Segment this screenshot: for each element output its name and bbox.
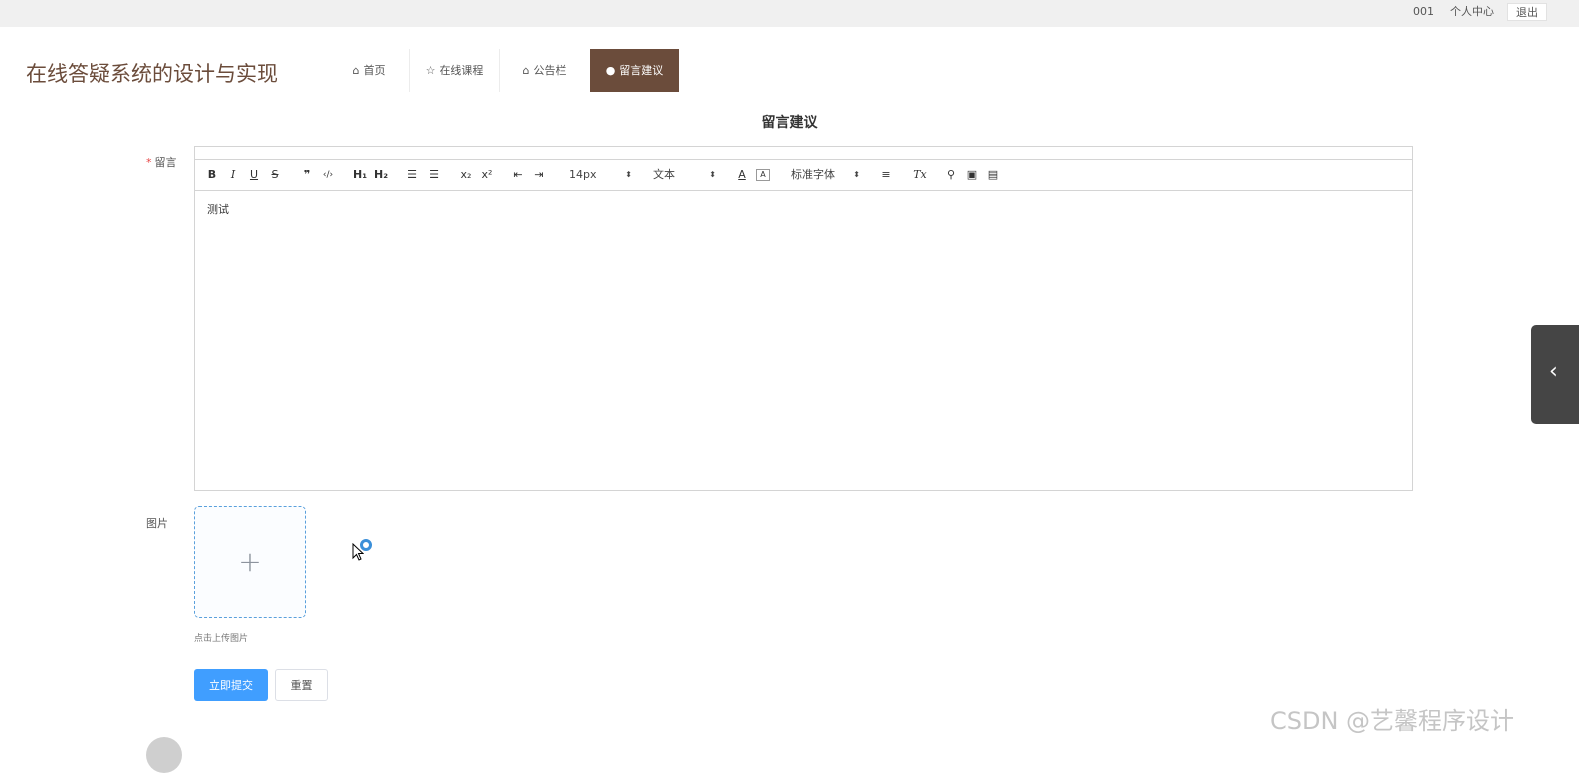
image-label: 图片: [146, 517, 168, 530]
required-mark: *: [146, 156, 152, 169]
link-button[interactable]: ⚲: [944, 166, 958, 184]
header-1-button[interactable]: H₁: [352, 166, 368, 184]
logout-button[interactable]: 退出: [1507, 3, 1547, 21]
nav-item-notice[interactable]: ⌂ 公告栏: [500, 49, 589, 92]
blockquote-button[interactable]: ❞: [300, 166, 314, 184]
message-label: * 留言: [146, 154, 177, 170]
message-label-text: 留言: [154, 156, 177, 169]
watermark: CSDN @艺馨程序设计: [1270, 707, 1515, 735]
bag-icon: ⌂: [522, 64, 530, 77]
select-arrow-icon: ⬍: [625, 170, 632, 179]
indent-increase-button[interactable]: ⇥: [532, 166, 546, 184]
loading-spinner-icon: [360, 539, 372, 551]
top-bar: 001 个人中心 退出: [0, 0, 1579, 27]
select-arrow-icon: ⬍: [709, 170, 716, 179]
nav-item-label: 留言建议: [619, 64, 664, 77]
indent-decrease-button[interactable]: ⇤: [511, 166, 525, 184]
code-block-button[interactable]: ‹/›: [320, 166, 336, 184]
background-color-button[interactable]: A: [756, 169, 770, 181]
info-circle-icon: ●: [605, 64, 616, 77]
image-button[interactable]: ▣: [965, 166, 979, 184]
rich-text-editor: B I U S ❞ ‹/› H₁ H₂ ☰ ☰ x₂ x² ⇤ ⇥ 14px ⬍…: [194, 146, 1413, 491]
bullet-list-button[interactable]: ☰: [427, 166, 441, 184]
nav-item-label: 在线课程: [439, 64, 484, 77]
bold-button[interactable]: B: [205, 166, 219, 184]
nav-item-label: 首页: [363, 64, 386, 77]
reset-button[interactable]: 重置: [275, 669, 328, 701]
editor-top-strip: [195, 147, 1412, 160]
site-title: 在线答疑系统的设计与实现: [26, 62, 278, 86]
clean-format-button[interactable]: Tx: [912, 166, 928, 184]
italic-button[interactable]: I: [226, 166, 240, 184]
page-title: 留言建议: [761, 115, 818, 131]
font-size-value: 14px: [569, 168, 597, 181]
side-panel-toggle[interactable]: ‹: [1531, 325, 1579, 424]
upload-tip: 点击上传图片: [194, 634, 249, 644]
chevron-left-icon: ‹: [1549, 359, 1558, 384]
image-upload-box[interactable]: +: [194, 506, 306, 618]
nav-item-courses[interactable]: ☆ 在线课程: [410, 49, 499, 92]
star-icon: ☆: [425, 64, 436, 77]
editor-content-text: 测试: [207, 203, 229, 216]
plus-icon: +: [238, 545, 262, 578]
nav-item-feedback[interactable]: ● 留言建议: [590, 49, 679, 92]
nav-item-label: 公告栏: [533, 64, 567, 77]
back-to-top-button[interactable]: [146, 737, 182, 773]
personal-center-link[interactable]: 个人中心: [1450, 3, 1494, 21]
font-family-select[interactable]: 标准字体 ⬍: [791, 166, 860, 184]
header-select[interactable]: 文本 ⬍: [653, 166, 716, 184]
submit-button[interactable]: 立即提交: [194, 669, 268, 701]
header-2-button[interactable]: H₂: [373, 166, 389, 184]
font-size-select[interactable]: 14px ⬍: [569, 166, 632, 184]
select-arrow-icon: ⬍: [853, 170, 860, 179]
video-button[interactable]: ▤: [986, 166, 1000, 184]
font-family-value: 标准字体: [791, 168, 835, 181]
superscript-button[interactable]: x²: [479, 166, 495, 184]
font-color-button[interactable]: A: [735, 166, 749, 184]
align-button[interactable]: ≡: [879, 166, 893, 184]
username-label: 001: [1413, 5, 1434, 18]
header-value: 文本: [653, 168, 675, 181]
underline-button[interactable]: U: [247, 166, 261, 184]
editor-content-area[interactable]: 测试: [195, 191, 1412, 227]
strike-button[interactable]: S: [268, 166, 282, 184]
subscript-button[interactable]: x₂: [458, 166, 474, 184]
editor-toolbar: B I U S ❞ ‹/› H₁ H₂ ☰ ☰ x₂ x² ⇤ ⇥ 14px ⬍…: [195, 160, 1412, 191]
home-icon: ⌂: [352, 64, 360, 77]
ordered-list-button[interactable]: ☰: [405, 166, 419, 184]
nav-item-home[interactable]: ⌂ 首页: [329, 49, 409, 92]
